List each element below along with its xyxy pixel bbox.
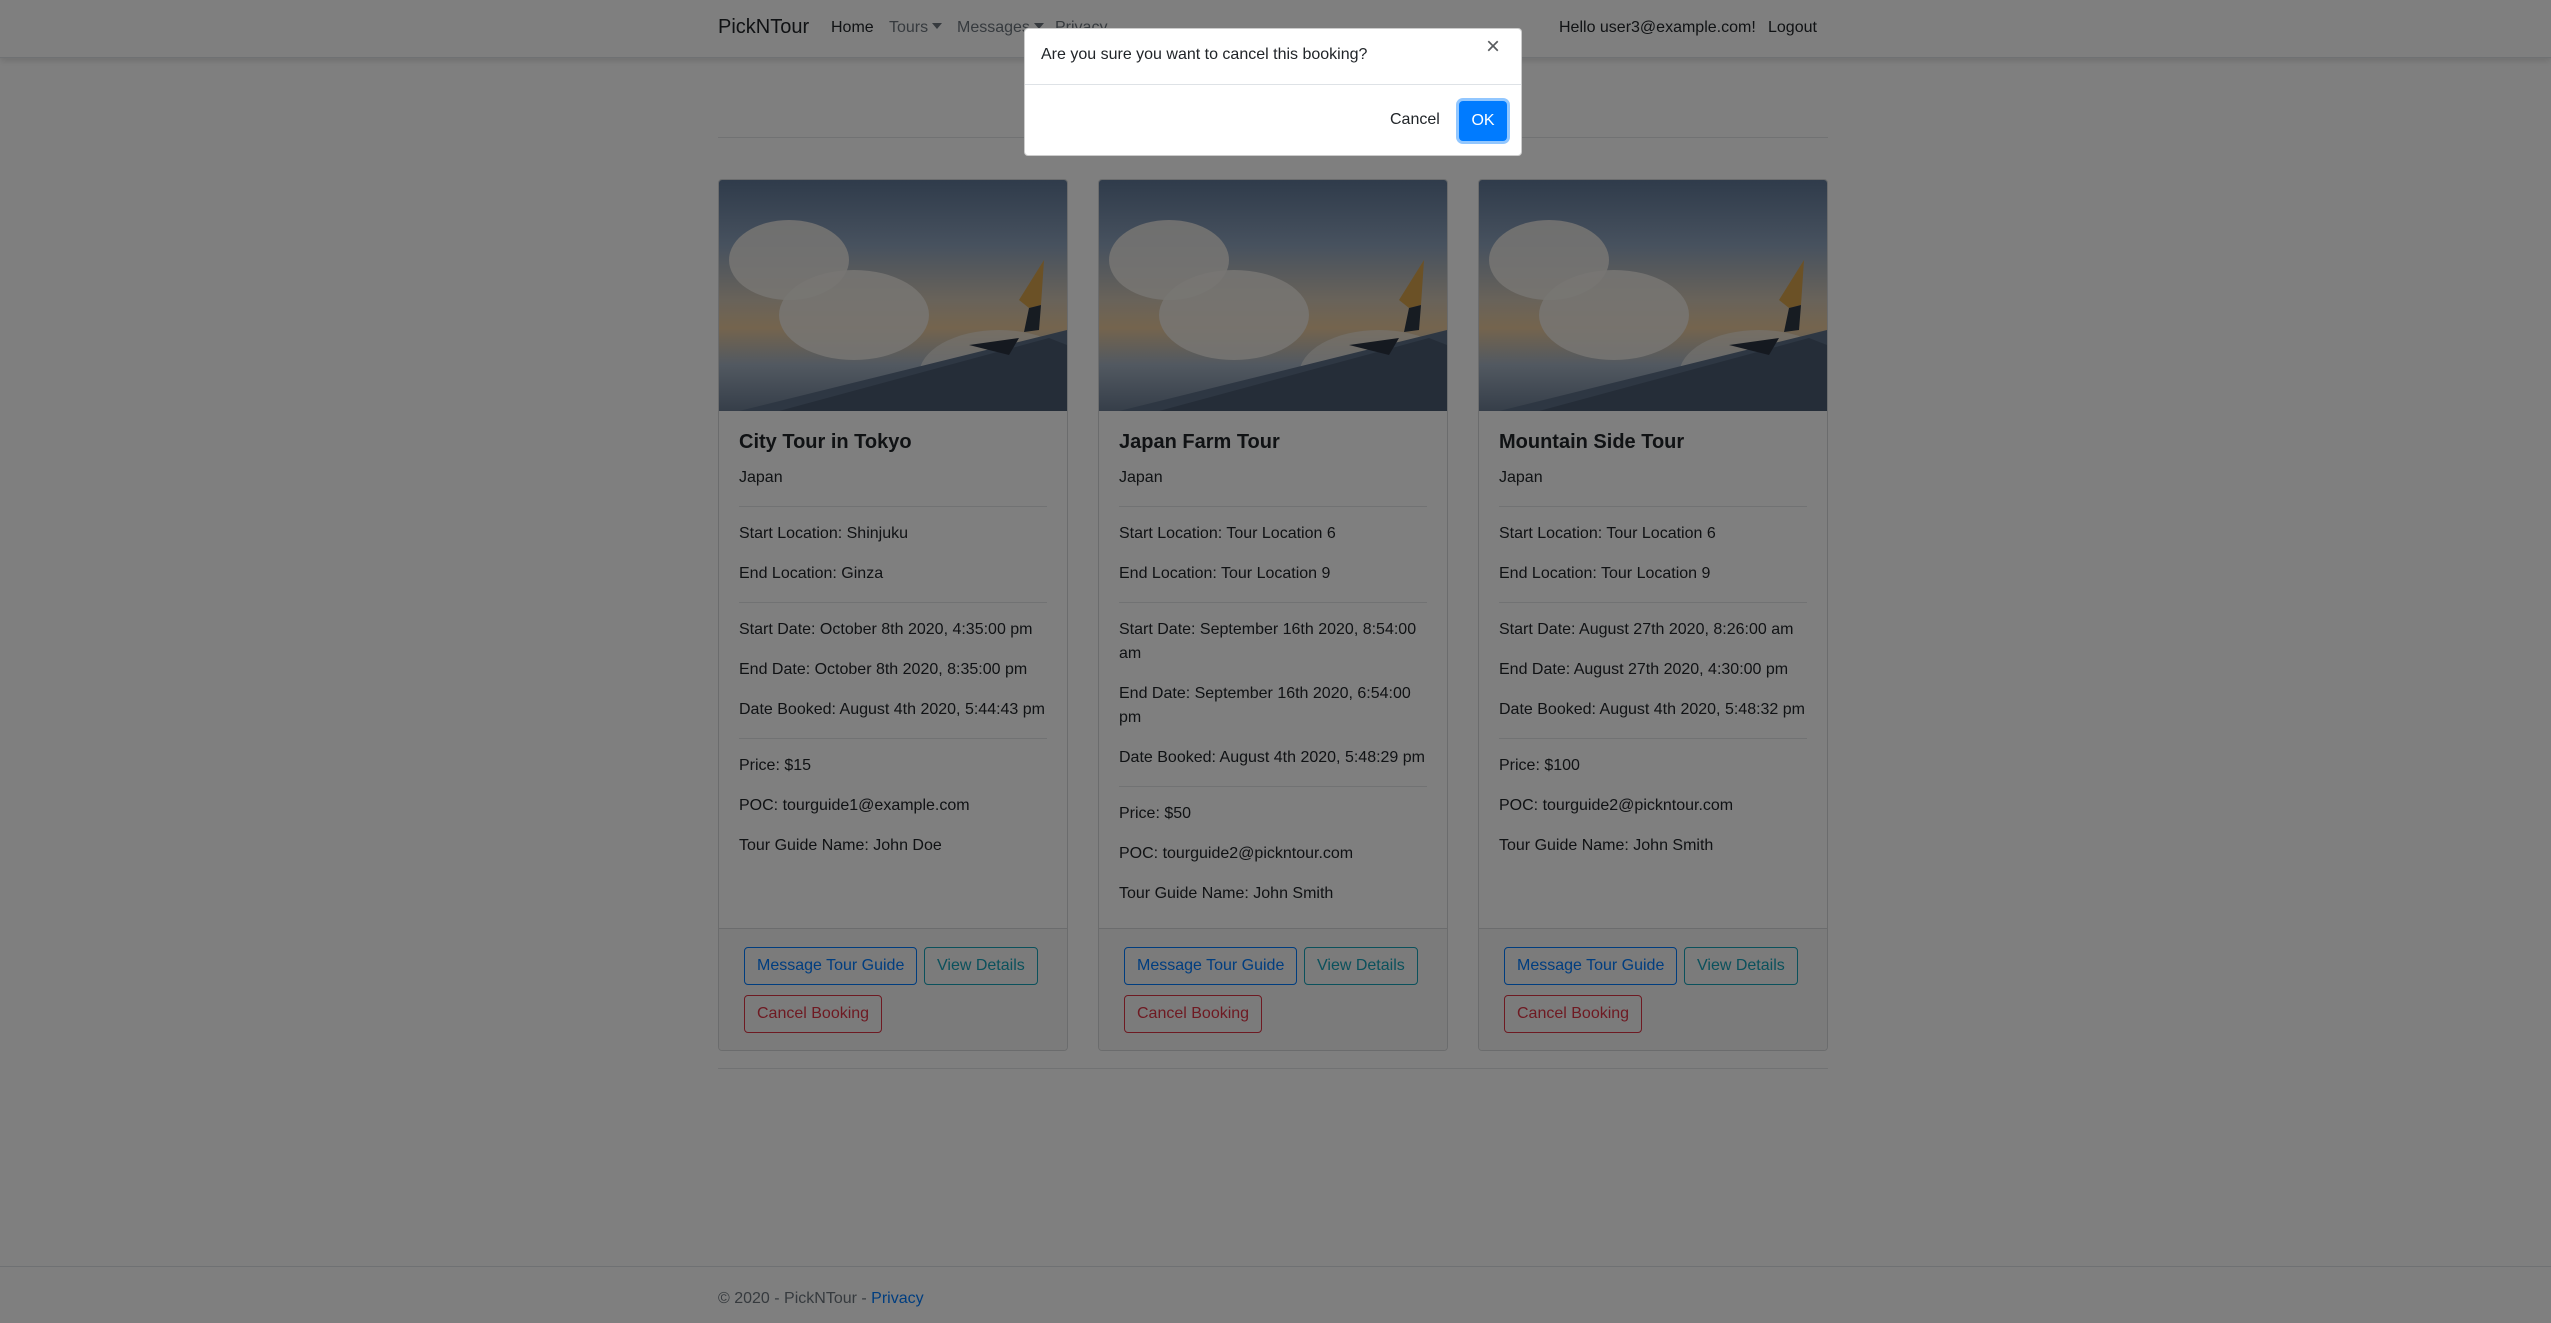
dialog-message: Are you sure you want to cancel this boo…	[1041, 46, 1368, 63]
dialog-divider	[1025, 84, 1521, 85]
modal-backdrop[interactable]	[0, 0, 2551, 1323]
dialog-cancel-button[interactable]: Cancel	[1390, 111, 1440, 129]
confirm-cancel-dialog: Are you sure you want to cancel this boo…	[1024, 28, 1522, 156]
close-icon[interactable]: ×	[1486, 35, 1500, 59]
dialog-ok-button[interactable]: OK	[1459, 101, 1507, 141]
